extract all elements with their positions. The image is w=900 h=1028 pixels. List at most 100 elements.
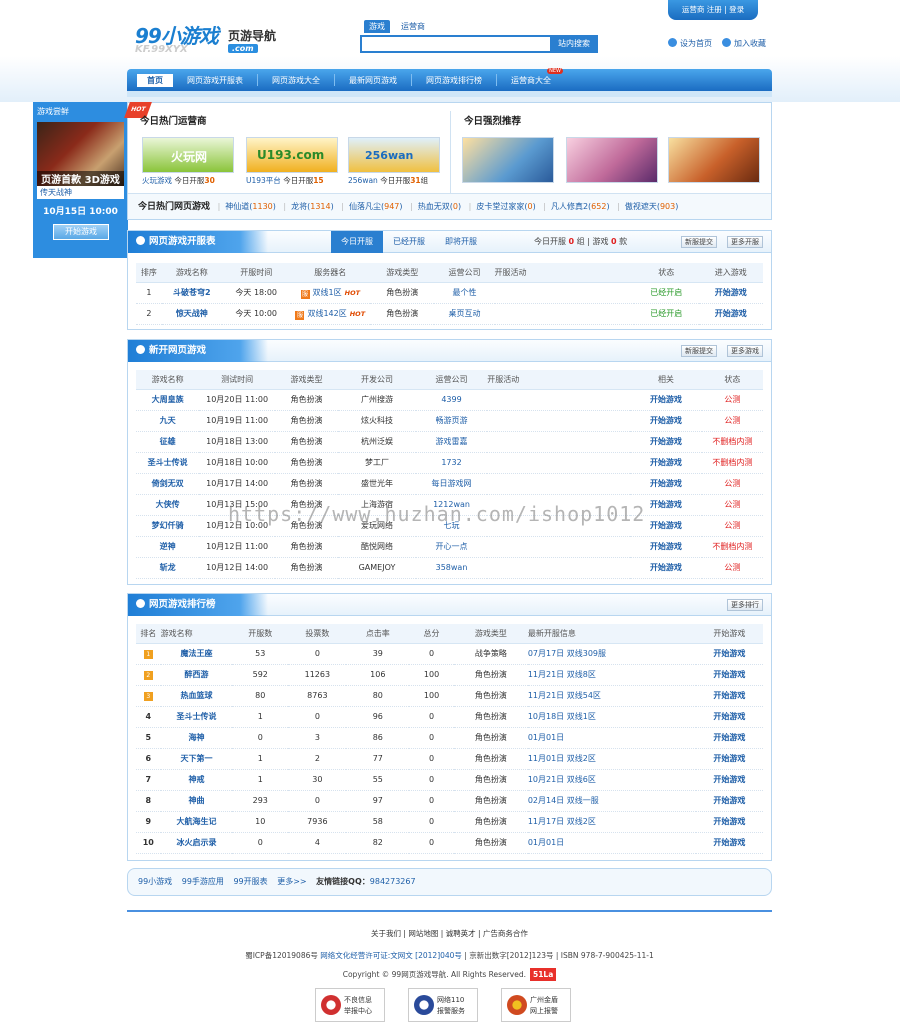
submit-server-button[interactable]: 新服提交 [681, 236, 717, 248]
nav-home[interactable]: 首页 [137, 73, 173, 87]
game-name-link[interactable]: 海神 [160, 727, 233, 749]
game-name-link[interactable]: 征雄 [136, 431, 200, 453]
preview-start-button[interactable]: 开始游戏 [53, 224, 109, 240]
latest-server-link[interactable]: 01月01日 [527, 832, 696, 854]
site-logo[interactable]: 99小游戏 页游导航 KF.99XYX .com [135, 20, 285, 58]
operator-link[interactable]: 1732 [415, 452, 488, 474]
footer-links[interactable]: 关于我们 | 网站地图 | 诚聘英才 | 广告商务合作 [127, 928, 772, 939]
game-name-link[interactable]: 冰火启示录 [160, 832, 233, 854]
latest-server-link[interactable]: 11月21日 双线54区 [527, 685, 696, 707]
game-name-link[interactable]: 斗破苍穹2 [161, 282, 222, 304]
operator-link[interactable]: 畅游页游 [415, 410, 488, 432]
game-name-link[interactable]: 大侠传 [136, 494, 200, 516]
start-game-link[interactable]: 开始游戏 [698, 282, 763, 304]
start-game-link[interactable]: 开始游戏 [630, 410, 702, 432]
culture-license-link[interactable]: 网络文化经营许可证:文网文 [2012]040号 [320, 951, 462, 960]
start-game-link[interactable]: 开始游戏 [695, 790, 763, 812]
tab-opened[interactable]: 已经开服 [383, 231, 435, 253]
latest-server-link[interactable]: 11月17日 双线2区 [527, 811, 696, 833]
operator-link[interactable]: 开心一点 [415, 536, 488, 558]
latest-server-link[interactable]: 10月18日 双线1区 [527, 706, 696, 728]
latest-server-link[interactable]: 01月01日 [527, 727, 696, 749]
nav-new-games[interactable]: 最新网页游戏 [335, 75, 411, 86]
start-game-link[interactable]: 开始游戏 [630, 389, 702, 411]
add-favorite-link[interactable]: 加入收藏 [722, 38, 766, 49]
friend-link[interactable]: 99手游应用 [182, 877, 224, 886]
server-name[interactable]: 服双线1区 HOT [290, 282, 371, 304]
latest-server-link[interactable]: 07月17日 双线309服 [527, 643, 696, 665]
operator-link[interactable]: 桌页互动 [434, 303, 495, 325]
start-game-link[interactable]: 开始游戏 [695, 727, 763, 749]
start-game-link[interactable]: 开始游戏 [695, 664, 763, 686]
jindun-badge[interactable]: 广州金盾 网上报警 [501, 988, 571, 1022]
start-game-link[interactable]: 开始游戏 [630, 452, 702, 474]
stats-badge[interactable]: 51La [529, 968, 557, 981]
game-name-link[interactable]: 倚剑无双 [136, 473, 200, 495]
operator-link[interactable]: 最个性 [434, 282, 495, 304]
latest-server-link[interactable]: 02月14日 双线一服 [527, 790, 696, 812]
start-game-link[interactable]: 开始游戏 [695, 748, 763, 770]
operator-link[interactable]: 358wan [415, 557, 488, 579]
game-name-link[interactable]: 梦幻仟骑 [136, 515, 200, 537]
latest-server-link[interactable]: 10月21日 双线6区 [527, 769, 696, 791]
game-name-link[interactable]: 九天 [136, 410, 200, 432]
submit-server-button[interactable]: 新服提交 [681, 345, 717, 357]
game-name-link[interactable]: 惊天战神 [161, 303, 222, 325]
game-name-link[interactable]: 圣斗士传说 [160, 706, 233, 728]
game-name-link[interactable]: 大周皇族 [136, 389, 200, 411]
hot-game-link[interactable]: 龙将(1314) [291, 202, 334, 211]
tab-search-game[interactable]: 游戏 [364, 20, 390, 33]
nav-kaifu[interactable]: 网页游戏开服表 [173, 75, 257, 86]
preview-game-name[interactable]: 传天战神 [37, 186, 124, 199]
game-name-link[interactable]: 天下第一 [160, 748, 233, 770]
hot-game-link[interactable]: 仙落凡尘(947) [349, 202, 403, 211]
more-kaifu-button[interactable]: 更多开服 [727, 236, 763, 248]
start-game-link[interactable]: 开始游戏 [630, 431, 702, 453]
hot-game-link[interactable]: 凡人修真2(652) [551, 202, 610, 211]
game-name-link[interactable]: 热血篮球 [160, 685, 233, 707]
top-links[interactable]: 运营商 注册 | 登录 [668, 0, 758, 20]
start-game-link[interactable]: 开始游戏 [695, 706, 763, 728]
start-game-link[interactable]: 开始游戏 [630, 557, 702, 579]
start-game-link[interactable]: 开始游戏 [695, 811, 763, 833]
hot-game-link[interactable]: 神仙道(1130) [225, 202, 276, 211]
hot-game-link[interactable]: 傲视遮天(903) [625, 202, 679, 211]
friend-link-more[interactable]: 更多>> [277, 877, 306, 886]
start-game-link[interactable]: 开始游戏 [630, 473, 702, 495]
operator-card[interactable]: U193.com U193平台 今日开服15 [246, 137, 338, 185]
police-badge[interactable]: 网络110 报警服务 [408, 988, 478, 1022]
operator-card[interactable]: 256wan 256wan 今日开服31组 [348, 137, 440, 185]
game-name-link[interactable]: 逆神 [136, 536, 200, 558]
recommend-game-image[interactable] [668, 137, 760, 183]
friend-link[interactable]: 99开服表 [233, 877, 267, 886]
hot-game-link[interactable]: 皮卡堂过家家(0) [476, 202, 535, 211]
operator-link[interactable]: 每日游戏网 [415, 473, 488, 495]
game-name-link[interactable]: 大航海生记 [160, 811, 233, 833]
search-button[interactable]: 站内搜索 [550, 35, 598, 53]
latest-server-link[interactable]: 11月01日 双线2区 [527, 748, 696, 770]
start-game-link[interactable]: 开始游戏 [695, 832, 763, 854]
start-game-link[interactable]: 开始游戏 [695, 769, 763, 791]
game-name-link[interactable]: 神曲 [160, 790, 233, 812]
tab-upcoming[interactable]: 即将开服 [435, 231, 487, 253]
start-game-link[interactable]: 开始游戏 [695, 643, 763, 665]
operator-link[interactable]: 4399 [415, 389, 488, 411]
game-name-link[interactable]: 神戒 [160, 769, 233, 791]
server-name[interactable]: 服双线142区 HOT [290, 303, 371, 325]
game-name-link[interactable]: 斩龙 [136, 557, 200, 579]
search-input[interactable]: 站内搜索 [360, 35, 598, 53]
start-game-link[interactable]: 开始游戏 [695, 685, 763, 707]
more-ranking-button[interactable]: 更多排行 [727, 599, 763, 611]
operator-link[interactable]: 游戏雷嘉 [415, 431, 488, 453]
nav-ranking[interactable]: 网页游戏排行榜 [412, 75, 496, 86]
nav-all-games[interactable]: 网页游戏大全 [258, 75, 334, 86]
preview-image[interactable]: 页游首款 3D游戏 [37, 122, 124, 186]
nav-operators[interactable]: 运营商大全 NEW [497, 67, 565, 86]
latest-server-link[interactable]: 11月21日 双线8区 [527, 664, 696, 686]
hot-game-link[interactable]: 热血无双(0) [418, 202, 461, 211]
start-game-link[interactable]: 开始游戏 [698, 303, 763, 325]
more-games-button[interactable]: 更多游戏 [727, 345, 763, 357]
game-name-link[interactable]: 魔法王座 [160, 643, 233, 665]
game-name-link[interactable]: 圣斗士传说 [136, 452, 200, 474]
tab-today[interactable]: 今日开服 [331, 231, 383, 253]
